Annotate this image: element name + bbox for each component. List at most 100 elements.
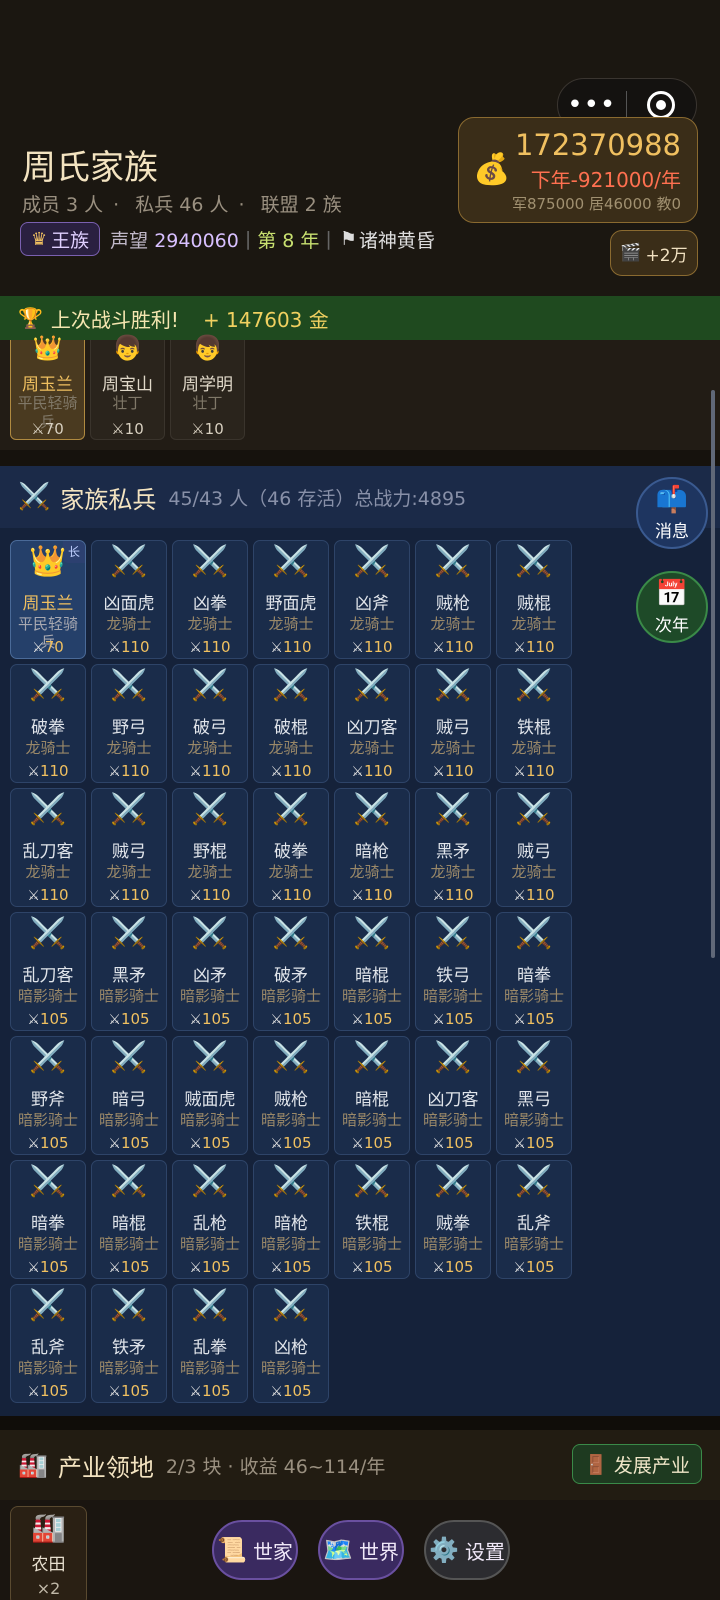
soldier-card[interactable]: ⚔️ 贼枪 暗影骑士 ⚔105 <box>253 1036 329 1155</box>
crossed-swords-icon: ⚔️ <box>191 1164 229 1199</box>
soldier-card[interactable]: ⚔️ 乱斧 暗影骑士 ⚔105 <box>10 1284 86 1403</box>
soldier-card[interactable]: ⚔️ 贼弓 龙骑士 ⚔110 <box>415 664 491 783</box>
soldier-card[interactable]: ⚔️ 凶刀客 暗影骑士 ⚔105 <box>415 1036 491 1155</box>
soldier-card[interactable]: ⚔️ 乱刀客 龙骑士 ⚔110 <box>10 788 86 907</box>
soldier-card[interactable]: ⚔️ 破弓 龙骑士 ⚔110 <box>172 664 248 783</box>
soldier-card[interactable]: ⚔️ 乱刀客 暗影骑士 ⚔105 <box>10 912 86 1031</box>
soldier-card[interactable]: ⚔️ 破拳 龙骑士 ⚔110 <box>253 788 329 907</box>
soldier-card[interactable]: ⚔️ 破棍 龙骑士 ⚔110 <box>253 664 329 783</box>
soldier-count: 私兵 46 人 <box>135 194 229 216</box>
soldier-rank: 龙骑士 <box>511 739 557 757</box>
soldier-card[interactable]: ⚔️ 铁棍 暗影骑士 ⚔105 <box>334 1160 410 1279</box>
rank-badge[interactable]: ♛ 王族 <box>20 222 101 256</box>
soldier-power-value: 110 <box>201 638 231 656</box>
soldier-power-value: 110 <box>39 762 69 780</box>
soldier-power-value: 110 <box>282 638 312 656</box>
soldier-card[interactable]: ⚔️ 乱斧 暗影骑士 ⚔105 <box>496 1160 572 1279</box>
treasury-panel[interactable]: 💰 172370988 下年-921000/年 军875000 居46000 教… <box>458 117 698 223</box>
soldier-power: ⚔105 <box>416 1010 490 1028</box>
crossed-swords-icon: ⚔ <box>351 1260 364 1276</box>
soldier-card[interactable]: ⚔️ 暗枪 暗影骑士 ⚔105 <box>253 1160 329 1279</box>
soldier-name: 贼棍 <box>517 594 551 614</box>
soldier-card[interactable]: ⚔️ 凶矛 暗影骑士 ⚔105 <box>172 912 248 1031</box>
soldier-rank: 暗影骑士 <box>503 987 564 1005</box>
soldier-card[interactable]: ⚔️ 黑弓 暗影骑士 ⚔105 <box>496 1036 572 1155</box>
nav-settings-button[interactable]: ⚙️ 设置 <box>424 1520 510 1580</box>
prestige: 声望 2940060 <box>110 226 239 253</box>
soldier-power-value: 105 <box>120 1258 150 1276</box>
soldier-card[interactable]: ⚔️ 乱拳 暗影骑士 ⚔105 <box>172 1284 248 1403</box>
soldier-card[interactable]: ⚔️ 贼棍 龙骑士 ⚔110 <box>496 540 572 659</box>
member-card[interactable]: 👦 周宝山 壮丁 ⚔10 <box>90 334 165 440</box>
door-icon: 🚪 <box>584 1453 608 1476</box>
soldier-power-value: 110 <box>444 886 474 904</box>
soldier-card[interactable]: ⚔️ 野斧 暗影骑士 ⚔105 <box>10 1036 86 1155</box>
soldier-power-value: 105 <box>120 1134 150 1152</box>
develop-industry-button[interactable]: 🚪 发展产业 <box>572 1444 702 1484</box>
soldier-grid: 长 👑 周玉兰 平民轻骑兵 ⚔70 ⚔️ 凶面虎 龙骑士 ⚔110 ⚔️ 凶拳 龙骑士 ⚔110 ⚔️ 野面… <box>10 540 576 1403</box>
close-target-icon[interactable] <box>627 91 697 119</box>
crown-icon: 👑 <box>29 544 67 579</box>
soldier-card[interactable]: ⚔️ 凶枪 暗影骑士 ⚔105 <box>253 1284 329 1403</box>
soldier-card[interactable]: ⚔️ 黑矛 暗影骑士 ⚔105 <box>91 912 167 1031</box>
soldier-card[interactable]: ⚔️ 暗棍 暗影骑士 ⚔105 <box>91 1160 167 1279</box>
scroll-icon: 📜 <box>217 1536 247 1564</box>
soldier-card[interactable]: ⚔️ 凶刀客 龙骑士 ⚔110 <box>334 664 410 783</box>
messages-button[interactable]: 📫 消息 <box>636 477 708 549</box>
soldier-card[interactable]: ⚔️ 铁弓 暗影骑士 ⚔105 <box>415 912 491 1031</box>
alliance-count: 联盟 2 族 <box>260 194 342 216</box>
soldier-power-value: 110 <box>39 886 69 904</box>
soldier-name: 暗棍 <box>355 1090 389 1110</box>
soldier-card[interactable]: ⚔️ 贼面虎 暗影骑士 ⚔105 <box>172 1036 248 1155</box>
soldier-card[interactable]: ⚔️ 暗棍 暗影骑士 ⚔105 <box>334 1036 410 1155</box>
crossed-swords-icon: ⚔ <box>108 888 121 904</box>
face-icon: 👦 <box>112 334 143 362</box>
section-gap <box>0 450 720 466</box>
soldier-power: ⚔110 <box>254 762 328 780</box>
soldier-card[interactable]: ⚔️ 暗棍 暗影骑士 ⚔105 <box>334 912 410 1031</box>
watch-ad-button[interactable]: 🎬 +2万 <box>610 230 698 276</box>
soldier-power: ⚔70 <box>11 638 85 656</box>
soldier-card[interactable]: ⚔️ 乱枪 暗影骑士 ⚔105 <box>172 1160 248 1279</box>
scrollbar[interactable] <box>711 390 715 958</box>
crossed-swords-icon: ⚔ <box>270 1012 283 1028</box>
member-count: 成员 3 人 <box>22 194 104 216</box>
soldier-card[interactable]: ⚔️ 暗枪 龙骑士 ⚔110 <box>334 788 410 907</box>
soldier-power-value: 110 <box>525 886 555 904</box>
farm-card[interactable]: 🏭 农田 ×2 <box>10 1506 87 1600</box>
factory-icon: 🏭 <box>31 1511 66 1544</box>
soldier-card[interactable]: ⚔️ 凶拳 龙骑士 ⚔110 <box>172 540 248 659</box>
soldier-card[interactable]: ⚔️ 野面虎 龙骑士 ⚔110 <box>253 540 329 659</box>
soldier-card[interactable]: ⚔️ 破矛 暗影骑士 ⚔105 <box>253 912 329 1031</box>
soldier-rank: 暗影骑士 <box>17 1359 78 1377</box>
soldier-card[interactable]: ⚔️ 野弓 龙骑士 ⚔110 <box>91 664 167 783</box>
soldier-card[interactable]: ⚔️ 破拳 龙骑士 ⚔110 <box>10 664 86 783</box>
crossed-swords-icon: ⚔️ <box>353 792 391 827</box>
soldier-card[interactable]: ⚔️ 凶面虎 龙骑士 ⚔110 <box>91 540 167 659</box>
soldier-card[interactable]: ⚔️ 暗拳 暗影骑士 ⚔105 <box>496 912 572 1031</box>
crossed-swords-icon: ⚔️ <box>191 916 229 951</box>
soldier-card[interactable]: ⚔️ 凶斧 龙骑士 ⚔110 <box>334 540 410 659</box>
member-card[interactable]: 👑 周玉兰 平民轻骑兵 ⚔70 <box>10 334 85 440</box>
soldier-card[interactable]: ⚔️ 贼枪 龙骑士 ⚔110 <box>415 540 491 659</box>
soldier-name: 贼枪 <box>436 594 470 614</box>
member-card[interactable]: 👦 周学明 壮丁 ⚔10 <box>170 334 245 440</box>
soldier-card[interactable]: ⚔️ 暗弓 暗影骑士 ⚔105 <box>91 1036 167 1155</box>
nav-world-button[interactable]: 🗺️ 世界 <box>318 1520 404 1580</box>
nav-family-button[interactable]: 📜 世家 <box>212 1520 298 1580</box>
soldier-power: ⚔105 <box>173 1382 247 1400</box>
soldier-rank: 龙骑士 <box>106 739 152 757</box>
soldier-card[interactable]: ⚔️ 铁棍 龙骑士 ⚔110 <box>496 664 572 783</box>
soldier-power: ⚔105 <box>92 1010 166 1028</box>
soldier-card[interactable]: ⚔️ 贼弓 龙骑士 ⚔110 <box>496 788 572 907</box>
soldier-card[interactable]: ⚔️ 黑矛 龙骑士 ⚔110 <box>415 788 491 907</box>
soldier-card[interactable]: ⚔️ 铁矛 暗影骑士 ⚔105 <box>91 1284 167 1403</box>
soldier-card[interactable]: ⚔️ 野棍 龙骑士 ⚔110 <box>172 788 248 907</box>
soldier-card[interactable]: 长 👑 周玉兰 平民轻骑兵 ⚔70 <box>10 540 86 659</box>
soldier-card[interactable]: ⚔️ 贼弓 龙骑士 ⚔110 <box>91 788 167 907</box>
soldier-card[interactable]: ⚔️ 暗拳 暗影骑士 ⚔105 <box>10 1160 86 1279</box>
soldier-power: ⚔110 <box>92 638 166 656</box>
soldier-card[interactable]: ⚔️ 贼拳 暗影骑士 ⚔105 <box>415 1160 491 1279</box>
crossed-swords-icon: ⚔️ <box>191 544 229 579</box>
next-year-button[interactable]: 📅 次年 <box>636 571 708 643</box>
